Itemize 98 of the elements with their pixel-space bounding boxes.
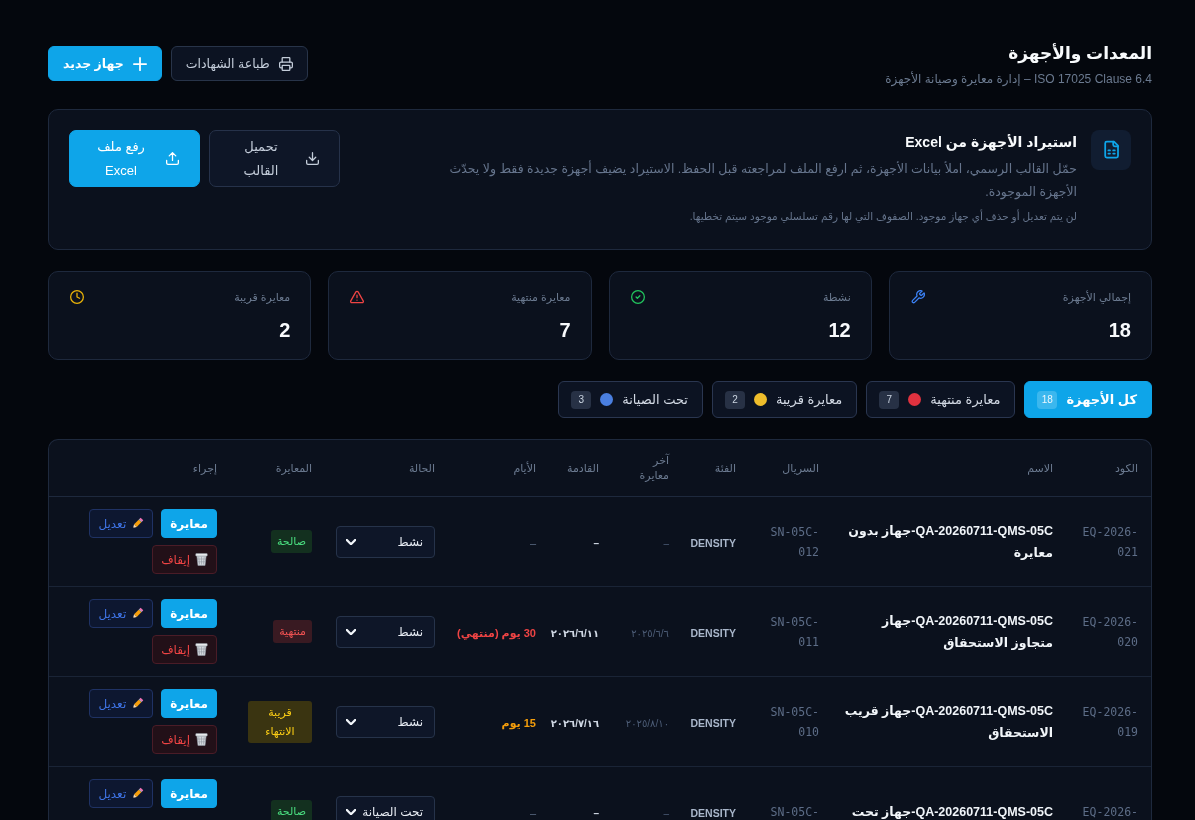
- serial-number: SN-05C-010: [770, 704, 819, 739]
- category-label: DENSITY: [690, 716, 736, 729]
- equipment-name: QA-20260711-QMS-05C-جهاز متجاوز الاستحقاق: [882, 613, 1053, 650]
- column-header: الحالة: [408, 461, 435, 474]
- category-label: DENSITY: [690, 626, 736, 639]
- plus-icon: [132, 56, 147, 71]
- edit-button[interactable]: تعديل: [89, 509, 154, 538]
- pencil-icon: [131, 517, 145, 530]
- warning-icon: [350, 290, 365, 304]
- upload-button[interactable]: رفع ملف Excel: [69, 130, 200, 187]
- calibrate-button[interactable]: معايرة: [161, 689, 217, 718]
- stat-label: معايرة منتهية: [511, 290, 571, 304]
- panel-description: حمّل القالب الرسمي، املأ بيانات الأجهزة، ثم ارفع الملف لمراجعته قبل الحفظ. الاستيراد يضيف أجهزة جديدة فقط ولا يحدّث الأجهزة الموجودة.: [448, 159, 1077, 202]
- column-header: المعايرة: [275, 461, 312, 474]
- days-remaining: –: [529, 806, 536, 819]
- calibration-badge: صالحة: [270, 800, 312, 820]
- add-button[interactable]: جهاز جديد: [48, 46, 162, 81]
- calibrate-button[interactable]: معايرة: [161, 599, 217, 628]
- pencil-icon: [131, 697, 145, 710]
- stat-label: نشطة: [822, 290, 851, 304]
- page-subtitle: ISO 17025 Clause 6.4 – إدارة معايرة وصيانة الأجهزة: [885, 71, 1152, 87]
- wastebasket-icon: [195, 553, 208, 566]
- stop-button[interactable]: إيقاف: [152, 635, 217, 664]
- count-badge: 2: [724, 390, 745, 409]
- equipment-name: QA-20260711-QMS-05C-جهاز بدون معايرة: [848, 523, 1053, 560]
- panel-note: لن يتم تعديل أو حذف أي جهاز موجود. الصفوف التي لها رقم تسلسلي موجود سيتم تخطيها.: [689, 209, 1077, 223]
- serial-number: SN-05C-011: [770, 614, 819, 649]
- status-dropdown[interactable]: نشط: [336, 705, 435, 738]
- upload-icon: [166, 152, 179, 165]
- equipment-name: QA-20260711-QMS-05C-جهاز تحت: [851, 804, 1053, 819]
- chevron-down-icon: [346, 628, 356, 635]
- status-dropdown[interactable]: تحت الصيانة: [336, 795, 435, 820]
- count-badge: 18: [1037, 390, 1058, 409]
- calibrate-button[interactable]: معايرة: [161, 509, 217, 538]
- equipment-code: EQ-2026-020: [1082, 614, 1138, 649]
- column-header: آخر معايرة: [639, 454, 669, 481]
- stat-label: إجمالي الأجهزة: [1062, 290, 1131, 304]
- column-header: الفئة: [714, 461, 736, 474]
- stat-value: 2: [279, 319, 291, 341]
- stop-button[interactable]: إيقاف: [152, 545, 217, 574]
- panel-title: استيراد الأجهزة من Excel: [905, 133, 1077, 152]
- count-badge: 7: [879, 390, 900, 409]
- edit-button[interactable]: تعديل: [89, 779, 154, 808]
- calibrate-button[interactable]: معايرة: [161, 779, 217, 808]
- chevron-down-icon: [346, 718, 356, 725]
- stat-value: 7: [559, 319, 571, 341]
- serial-number: SN-05C-012: [770, 524, 819, 559]
- clock-icon: [70, 290, 84, 304]
- status-dropdown[interactable]: نشط: [336, 525, 435, 558]
- column-header: القادمة: [567, 461, 599, 474]
- next-calibration-date: ٢٠٢٦/٧/١٦: [550, 717, 599, 729]
- stat-label: معايرة قريبة: [234, 290, 291, 304]
- status-dropdown[interactable]: نشط: [336, 615, 435, 648]
- calibration-badge: منتهية: [273, 620, 312, 643]
- calibration-badge: صالحة: [270, 530, 312, 553]
- spreadsheet-icon: [1091, 130, 1131, 170]
- category-label: DENSITY: [690, 536, 736, 549]
- chevron-down-icon: [346, 538, 356, 545]
- last-calibration-date: –: [663, 537, 669, 549]
- stat-value: 12: [828, 319, 851, 341]
- edit-button[interactable]: تعديل: [89, 599, 154, 628]
- chevron-down-icon: [346, 808, 356, 815]
- equipment-code: EQ-2026-021: [1082, 524, 1138, 559]
- pencil-icon: [131, 607, 145, 620]
- column-header: الأيام: [513, 461, 536, 474]
- next-calibration-date: –: [593, 537, 599, 549]
- equipment-code: EQ-2026-019: [1082, 704, 1138, 739]
- wastebasket-icon: [195, 733, 208, 746]
- last-calibration-date: ٢٠٢٥/٨/١٠: [625, 717, 669, 729]
- days-remaining: 15 يوم: [501, 716, 536, 729]
- last-calibration-date: ٢٠٢٥/٦/٦: [631, 627, 669, 639]
- download-icon: [306, 152, 319, 165]
- column-header: إجراء: [192, 461, 217, 474]
- stop-button[interactable]: إيقاف: [152, 725, 217, 754]
- calibration-badge: قريبة الانتهاء: [248, 700, 312, 743]
- serial-number: SN-05C-: [770, 804, 819, 819]
- count-badge: 3: [571, 390, 592, 409]
- equipment-code: EQ-2026-: [1082, 804, 1138, 819]
- next-calibration-date: ٢٠٢٦/٦/١١: [550, 627, 599, 639]
- category-label: DENSITY: [690, 806, 736, 819]
- stat-value: 18: [1108, 319, 1131, 341]
- wrench-icon: [910, 290, 925, 304]
- page-title: المعدات والأجهزة: [1008, 42, 1152, 66]
- column-header: الكود: [1114, 461, 1138, 474]
- edit-button[interactable]: تعديل: [89, 689, 154, 718]
- column-header: السريال: [782, 461, 819, 474]
- wastebasket-icon: [195, 643, 208, 656]
- column-header: الاسم: [1027, 461, 1053, 474]
- pencil-icon: [131, 787, 145, 800]
- check-circle-icon: [630, 290, 645, 304]
- print-button[interactable]: طباعة الشهادات: [170, 46, 308, 81]
- last-calibration-date: –: [663, 807, 669, 819]
- days-remaining: –: [529, 536, 536, 549]
- days-remaining: 30 يوم (منتهي): [457, 626, 536, 639]
- equipment-name: QA-20260711-QMS-05C-جهاز قريب الاستحقاق: [844, 703, 1053, 740]
- printer-icon: [278, 56, 293, 71]
- next-calibration-date: –: [593, 807, 599, 819]
- download-button[interactable]: تحميل القالب: [209, 130, 340, 187]
